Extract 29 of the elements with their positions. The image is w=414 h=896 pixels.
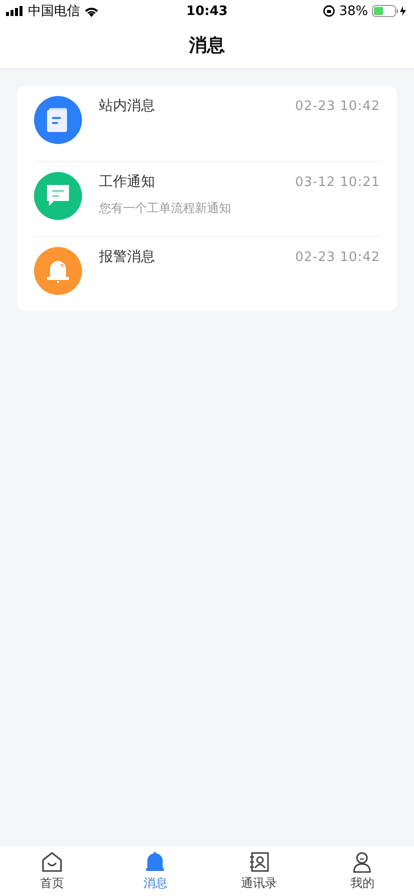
message-time: 02-23 10:42 (295, 250, 380, 264)
wifi-icon (84, 6, 99, 16)
message-item[interactable]: 站内消息 02-23 10:42 (34, 86, 380, 161)
carrier-name: 中国电信 (28, 3, 80, 20)
message-preview: 您有一个工单流程新通知 (99, 200, 231, 217)
message-item[interactable]: 工作通知 03-12 10:21 您有一个工单流程新通知 (34, 161, 380, 236)
bell-icon (46, 258, 70, 284)
contact-book-icon (248, 850, 270, 872)
tab-item[interactable]: 我的 (310, 846, 414, 896)
message-time: 03-12 10:21 (295, 174, 380, 190)
message-title: 报警消息 (99, 248, 155, 266)
battery-percent: 38% (339, 4, 368, 18)
message-time: 02-23 10:42 (295, 98, 380, 114)
signal-icon (6, 6, 24, 16)
rotation-lock-icon (323, 5, 336, 17)
tab-item[interactable]: 消息 (104, 846, 207, 896)
bell-icon (144, 850, 166, 872)
chat-bubble-icon (46, 184, 70, 208)
status-time: 10:43 (186, 4, 228, 18)
message-item[interactable]: 报警消息 02-23 10:42 (34, 236, 380, 311)
battery-icon (372, 5, 408, 17)
page-title: 消息 (189, 34, 225, 57)
tab-item[interactable]: 首页 (0, 846, 104, 896)
tab-item[interactable]: 通讯录 (207, 846, 310, 896)
document-icon (47, 108, 69, 132)
message-title: 工作通知 (99, 173, 155, 191)
user-icon (351, 850, 374, 872)
home-icon (40, 850, 63, 872)
message-title: 站内消息 (99, 97, 155, 115)
